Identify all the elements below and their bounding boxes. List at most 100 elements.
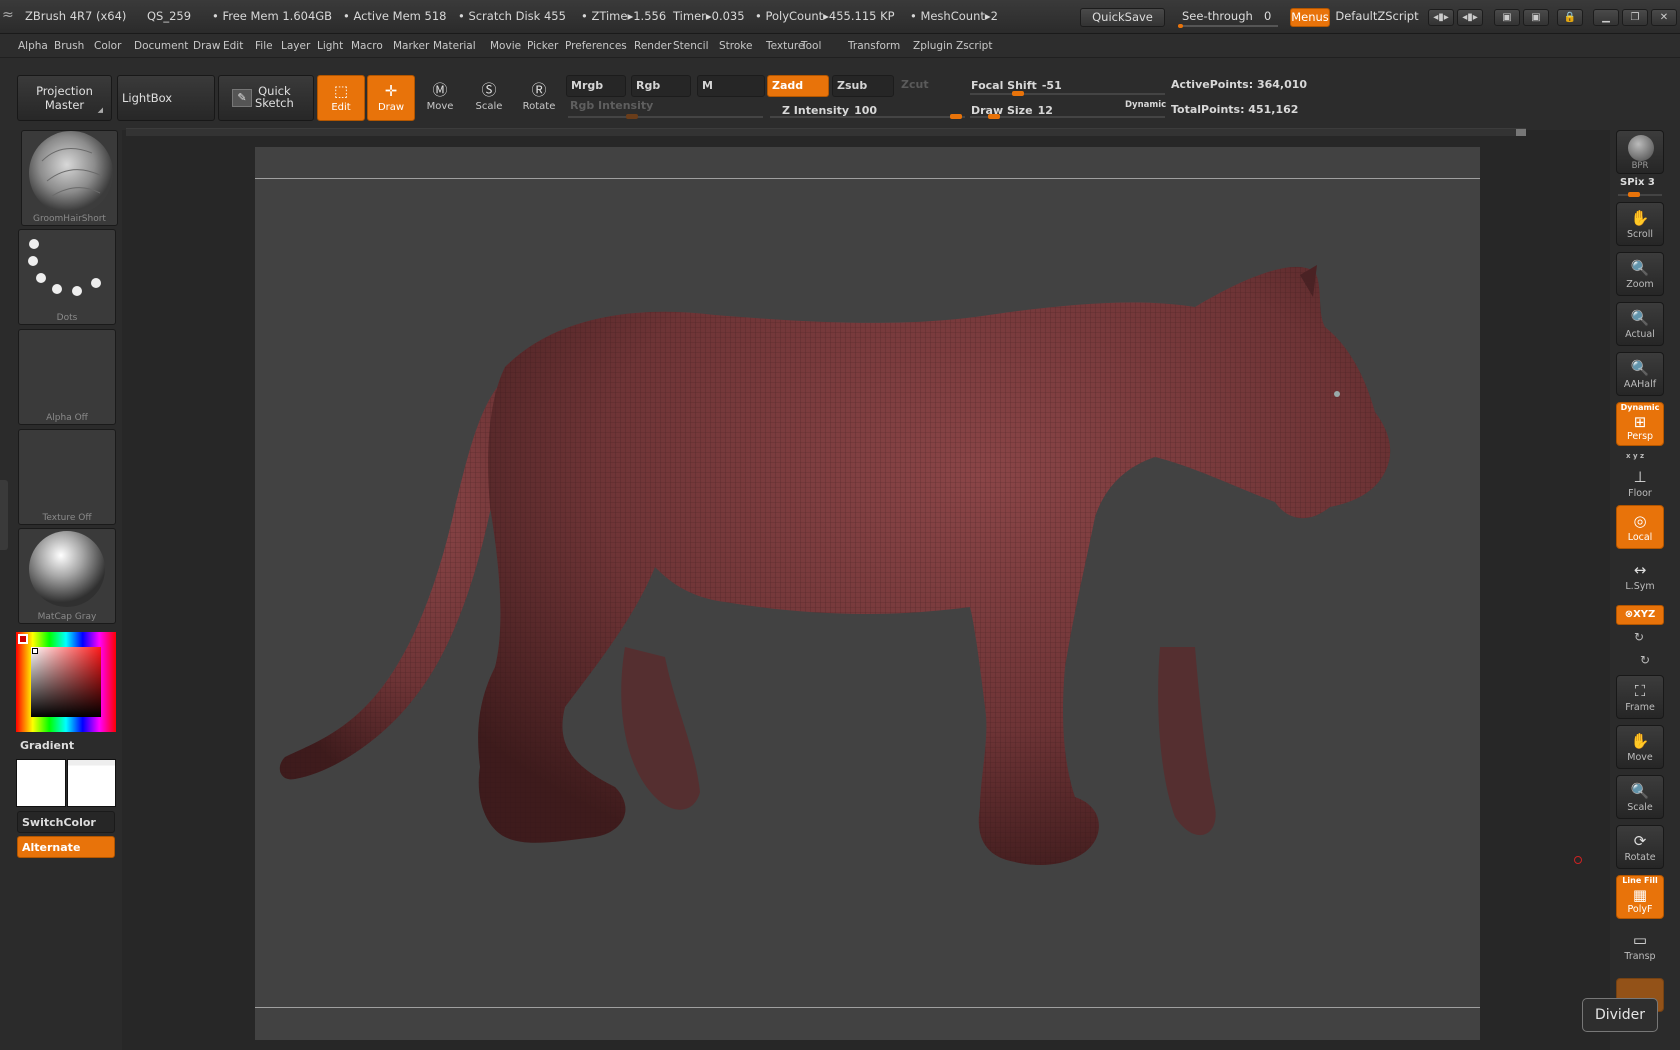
z-intensity-knob[interactable] <box>950 114 962 119</box>
horizontal-scroll-strip[interactable] <box>126 128 1526 136</box>
document-canvas[interactable] <box>255 147 1480 1040</box>
menu-edit[interactable]: Edit <box>223 40 243 52</box>
rotate-mode-button[interactable]: Ⓡ Rotate <box>515 75 563 121</box>
see-through-slider[interactable]: See-through 0 <box>1172 6 1280 28</box>
close-icon[interactable]: ✕ <box>1651 9 1677 26</box>
zoom-button[interactable]: 🔍 Zoom <box>1616 252 1664 296</box>
alpha-thumbnail[interactable]: Alpha Off <box>18 329 116 425</box>
quick-sketch-button[interactable]: ✎ Quick Sketch <box>218 75 314 121</box>
menu-picker[interactable]: Picker <box>527 40 558 52</box>
move-view-button[interactable]: ✋ Move <box>1616 725 1664 769</box>
menu-render[interactable]: Render <box>634 40 671 52</box>
menu-file[interactable]: File <box>255 40 273 52</box>
menu-light[interactable]: Light <box>317 40 343 52</box>
menu-alpha[interactable]: Alpha <box>18 40 48 52</box>
transp-button[interactable]: ▭ Transp <box>1616 925 1664 969</box>
menu-macro[interactable]: Macro <box>351 40 383 52</box>
lsym-button[interactable]: ↔ L.Sym <box>1616 555 1664 599</box>
dynamic-toggle[interactable]: Dynamic <box>1125 100 1166 110</box>
floor-button[interactable]: ⊥ Floor <box>1616 462 1664 506</box>
polyf-button[interactable]: Line Fill ▦ PolyF <box>1616 875 1664 919</box>
rgb-button[interactable]: Rgb <box>631 75 691 97</box>
zadd-button[interactable]: Zadd <box>767 75 829 97</box>
scroll-thumb[interactable] <box>1516 129 1526 136</box>
color-sv-square[interactable] <box>31 647 101 717</box>
color-picker[interactable] <box>16 632 116 732</box>
active-points: ActivePoints: 364,010 <box>1171 78 1308 91</box>
focal-shift-knob[interactable] <box>1012 91 1024 96</box>
lightbox-button[interactable]: LightBox <box>117 75 215 121</box>
menu-layer[interactable]: Layer <box>281 40 310 52</box>
xyz-rotation-button[interactable]: ⊗XYZ <box>1616 605 1664 625</box>
menu-stroke[interactable]: Stroke <box>719 40 752 52</box>
default-zscript-button[interactable]: DefaultZScript <box>1332 8 1422 27</box>
layout-2-icon[interactable]: ▣ <box>1523 9 1549 26</box>
maximize-icon[interactable]: ❐ <box>1622 9 1648 26</box>
aahalf-button[interactable]: 🔍 AAHalf <box>1616 352 1664 396</box>
draw-mode-button[interactable]: ✛ Draw <box>367 75 415 121</box>
left-tray-toggle[interactable] <box>0 480 8 550</box>
menu-brush[interactable]: Brush <box>54 40 84 52</box>
menu-tool[interactable]: Tool <box>801 40 821 52</box>
material-name: MatCap Gray <box>37 612 97 622</box>
spix-slider[interactable] <box>1618 194 1662 196</box>
actual-button[interactable]: 🔍 Actual <box>1616 302 1664 346</box>
switch-color-button[interactable]: SwitchColor <box>17 811 115 833</box>
puma-3d-model[interactable] <box>255 147 1480 1040</box>
lock-icon[interactable]: 🔒 <box>1557 9 1583 26</box>
texture-thumbnail[interactable]: Texture Off <box>18 429 116 525</box>
z-intensity-slider[interactable] <box>770 116 965 118</box>
rotate-view-button[interactable]: ⟳ Rotate <box>1616 825 1664 869</box>
tray-right-icon[interactable]: ◂▮▸ <box>1457 9 1483 26</box>
secondary-color-swatch[interactable] <box>67 759 116 807</box>
menu-zplugin[interactable]: Zplugin <box>913 40 953 52</box>
stroke-thumbnail[interactable]: Dots <box>18 229 116 325</box>
material-thumbnail[interactable]: MatCap Gray <box>18 528 116 624</box>
menus-button[interactable]: Menus <box>1290 8 1330 27</box>
main-color-swatch[interactable] <box>16 759 66 807</box>
layout-1-icon[interactable]: ▣ <box>1494 9 1520 26</box>
bpr-button[interactable]: BPR <box>1616 130 1664 174</box>
tray-left-icon[interactable]: ◂▮▸ <box>1428 9 1454 26</box>
menu-stencil[interactable]: Stencil <box>673 40 709 52</box>
zcut-button[interactable]: Zcut <box>897 75 957 97</box>
menu-zscript[interactable]: Zscript <box>956 40 992 52</box>
menu-color[interactable]: Color <box>94 40 121 52</box>
menu-transform[interactable]: Transform <box>848 40 900 52</box>
lsym-arrows-icon: ↔ <box>1633 561 1647 579</box>
menu-preferences[interactable]: Preferences <box>565 40 627 52</box>
hue-marker[interactable] <box>18 634 28 644</box>
persp-button[interactable]: Dynamic ⊞ Persp <box>1616 402 1664 446</box>
rgb-intensity-slider[interactable] <box>568 116 763 118</box>
menu-draw[interactable]: Draw <box>193 40 220 52</box>
menu-marker[interactable]: Marker <box>393 40 429 52</box>
brush-thumbnail[interactable]: GroomHairShort <box>21 130 118 226</box>
m-button[interactable]: M <box>697 75 765 97</box>
zbrush-logo-icon: ≈ <box>2 7 14 23</box>
menu-movie[interactable]: Movie <box>490 40 521 52</box>
color-marker[interactable] <box>32 648 38 654</box>
draw-size-knob[interactable] <box>988 114 1000 119</box>
scale-mode-label: Scale <box>475 101 503 112</box>
quicksave-button[interactable]: QuickSave <box>1080 8 1165 27</box>
focal-shift-slider[interactable] <box>970 93 1165 95</box>
mrgb-button[interactable]: Mrgb <box>566 75 626 97</box>
scroll-button[interactable]: ✋ Scroll <box>1616 202 1664 246</box>
menu-texture[interactable]: Texture <box>766 40 804 52</box>
rgb-intensity-knob[interactable] <box>626 114 638 119</box>
spix-knob[interactable] <box>1628 192 1640 197</box>
rotate-y-icon[interactable]: ↻ <box>1634 630 1644 644</box>
minimize-icon[interactable]: ▁ <box>1593 9 1619 26</box>
rotate-z-icon[interactable]: ↻ <box>1640 653 1650 667</box>
menu-material[interactable]: Material <box>433 40 476 52</box>
menu-document[interactable]: Document <box>134 40 188 52</box>
projection-master-button[interactable]: Projection Master ◢ <box>17 75 112 121</box>
frame-button[interactable]: ⛶ Frame <box>1616 675 1664 719</box>
zsub-button[interactable]: Zsub <box>832 75 894 97</box>
alternate-button[interactable]: Alternate <box>17 836 115 858</box>
move-mode-button[interactable]: Ⓜ Move <box>416 75 464 121</box>
edit-mode-button[interactable]: ⬚ Edit <box>317 75 365 121</box>
scale-view-button[interactable]: 🔍 Scale <box>1616 775 1664 819</box>
local-button[interactable]: ◎ Local <box>1616 505 1664 549</box>
scale-mode-button[interactable]: Ⓢ Scale <box>465 75 513 121</box>
